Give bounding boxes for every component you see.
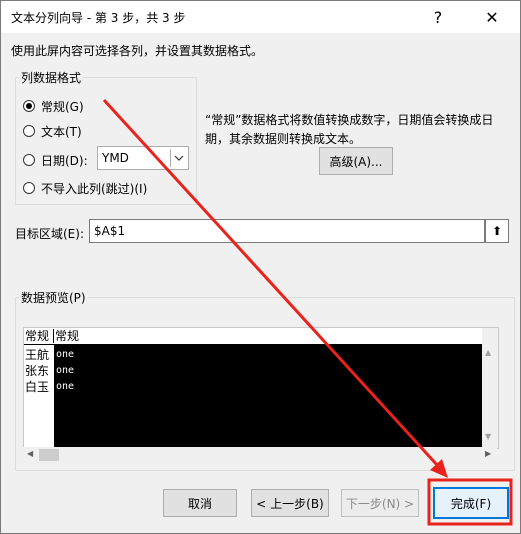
annotation-overlay — [102, 98, 513, 526]
annotation-highlight-box — [427, 478, 513, 526]
annotation-arrow-line — [102, 98, 440, 468]
